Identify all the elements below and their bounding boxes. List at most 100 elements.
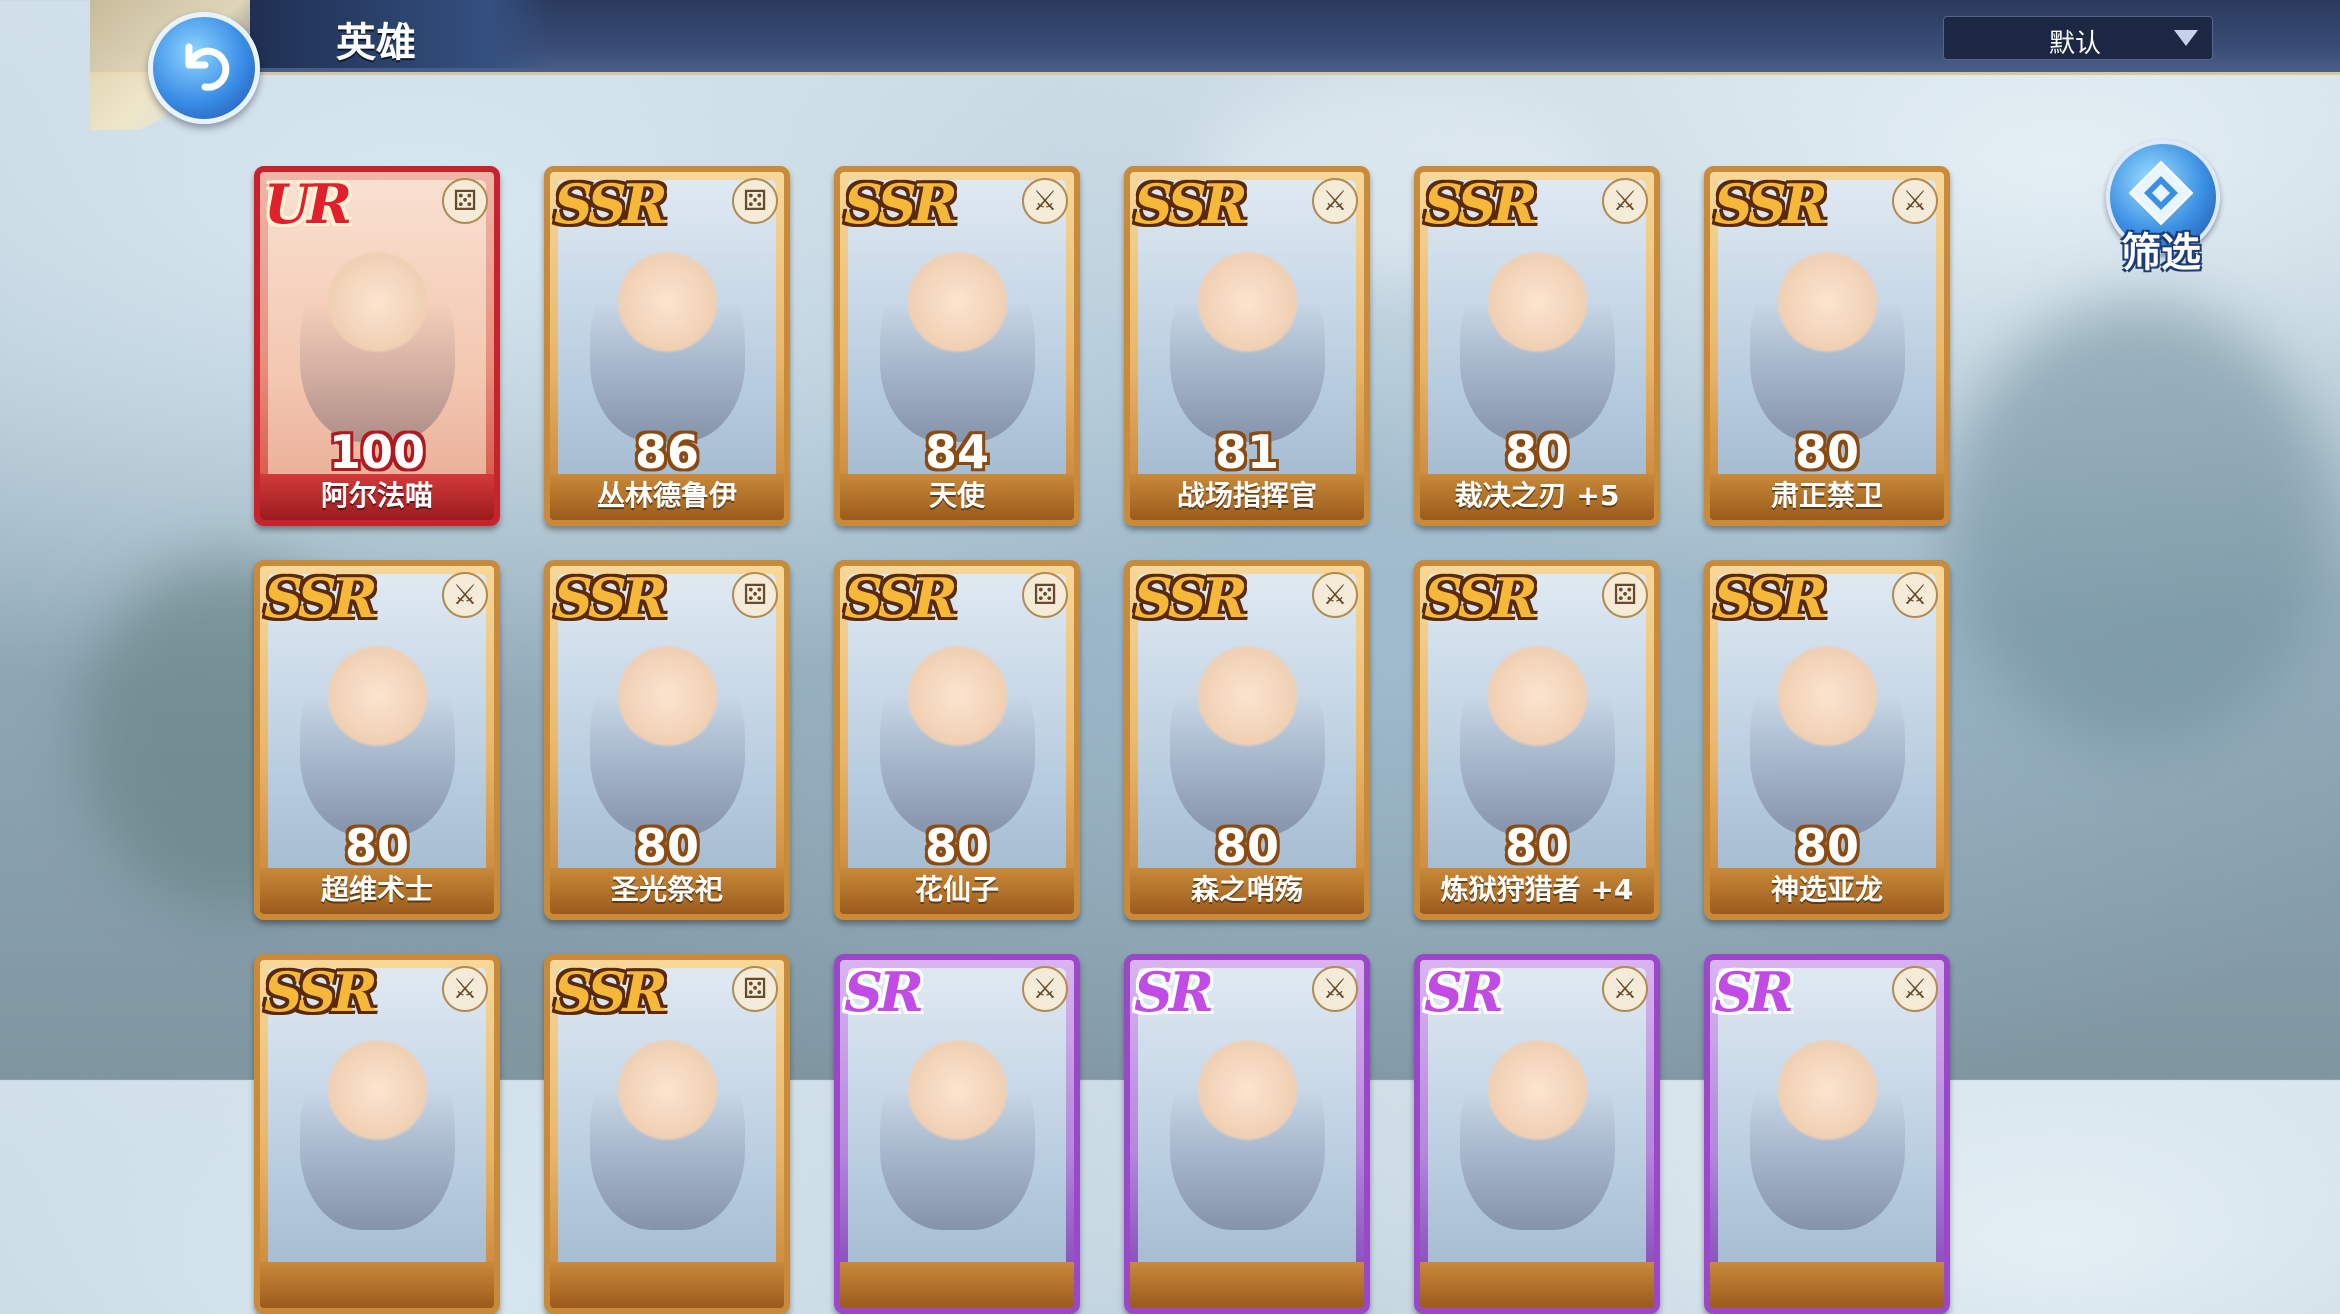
crossed-swords-icon: ⚔ xyxy=(442,966,488,1012)
crossed-swords-icon: ⚔ xyxy=(1022,178,1068,224)
hero-portrait xyxy=(300,1030,455,1230)
hero-card[interactable]: SR ⚔ xyxy=(1124,954,1370,1314)
rarity-badge: SSR xyxy=(554,566,668,630)
rarity-badge: SSR xyxy=(554,172,668,236)
rarity-badge: SSR xyxy=(1134,172,1248,236)
hero-name: 炼狱狩猎者 +4 xyxy=(1440,873,1634,906)
back-button[interactable] xyxy=(148,12,260,124)
hero-card[interactable]: SSR ⚄ 80 圣光祭祀 xyxy=(544,560,790,920)
sort-dropdown[interactable]: 默认 xyxy=(1943,16,2213,60)
staff-icon: ⚄ xyxy=(732,178,778,224)
filter-label: 筛选 xyxy=(2121,230,2201,276)
hero-card[interactable]: SSR ⚔ 80 超维术士 xyxy=(254,560,500,920)
hero-card[interactable]: SSR ⚔ 80 裁决之刃 +5 xyxy=(1414,166,1660,526)
crossed-swords-icon: ⚔ xyxy=(1602,966,1648,1012)
hero-card[interactable]: SSR ⚄ 86 丛林德鲁伊 xyxy=(544,166,790,526)
hero-portrait xyxy=(1460,636,1615,836)
staff-icon: ⚄ xyxy=(1602,572,1648,618)
rarity-badge: SSR xyxy=(844,566,958,630)
crossed-swords-icon: ⚔ xyxy=(1892,178,1938,224)
hero-level: 80 xyxy=(1504,425,1569,479)
hero-name: 超维术士 xyxy=(320,873,433,906)
staff-icon: ⚄ xyxy=(732,572,778,618)
nameplate xyxy=(840,1262,1074,1308)
hero-name: 裁决之刃 +5 xyxy=(1454,479,1620,512)
hero-portrait xyxy=(1170,636,1325,836)
hero-name: 圣光祭祀 xyxy=(610,873,723,906)
crossed-swords-icon: ⚔ xyxy=(1022,966,1068,1012)
hero-portrait xyxy=(880,636,1035,836)
hero-level: 80 xyxy=(344,819,409,873)
staff-icon: ⚄ xyxy=(1022,572,1068,618)
rarity-badge: SR xyxy=(1714,960,1794,1024)
rarity-badge: SSR xyxy=(264,566,378,630)
hero-name: 丛林德鲁伊 xyxy=(596,479,737,512)
hero-name: 战场指挥官 xyxy=(1176,479,1317,512)
hero-card[interactable]: SSR ⚔ 80 神选亚龙 xyxy=(1704,560,1950,920)
hero-level: 80 xyxy=(924,819,989,873)
hero-card[interactable]: SSR ⚔ 80 肃正禁卫 xyxy=(1704,166,1950,526)
hero-portrait xyxy=(590,636,745,836)
crossed-swords-icon: ⚔ xyxy=(1892,966,1938,1012)
hero-level: 80 xyxy=(1214,819,1279,873)
hero-level: 80 xyxy=(1504,819,1569,873)
rarity-badge: SSR xyxy=(1424,566,1538,630)
hero-card[interactable]: SSR ⚔ 80 森之哨殇 xyxy=(1124,560,1370,920)
crossed-swords-icon: ⚔ xyxy=(1312,572,1358,618)
hero-portrait xyxy=(300,636,455,836)
hero-portrait xyxy=(880,242,1035,442)
crossed-swords-icon: ⚔ xyxy=(1602,178,1648,224)
hero-name: 花仙子 xyxy=(914,873,999,906)
hero-level: 100 xyxy=(328,425,426,479)
rarity-badge: SSR xyxy=(1714,172,1828,236)
hero-card[interactable]: SSR ⚄ xyxy=(544,954,790,1314)
hero-card[interactable]: SSR ⚔ xyxy=(254,954,500,1314)
crossed-swords-icon: ⚔ xyxy=(1312,966,1358,1012)
hero-card[interactable]: SR ⚔ xyxy=(1414,954,1660,1314)
rarity-badge: SSR xyxy=(554,960,668,1024)
crossed-swords-icon: ⚔ xyxy=(1892,572,1938,618)
nameplate xyxy=(1420,1262,1654,1308)
chevron-down-icon xyxy=(2174,30,2198,46)
hero-portrait xyxy=(590,242,745,442)
back-arrow-icon xyxy=(185,43,230,91)
rarity-badge: SR xyxy=(1134,960,1214,1024)
nameplate xyxy=(1710,1262,1944,1308)
rarity-badge: SR xyxy=(1424,960,1504,1024)
rarity-badge: UR xyxy=(264,172,352,236)
sort-value: 默认 xyxy=(2049,29,2102,59)
hero-name: 神选亚龙 xyxy=(1770,873,1883,906)
hero-level: 80 xyxy=(1794,819,1859,873)
hero-card[interactable]: UR ⚄ 100 阿尔法喵 xyxy=(254,166,500,526)
hero-portrait xyxy=(1750,1030,1905,1230)
hero-card[interactable]: SR ⚔ xyxy=(834,954,1080,1314)
hero-portrait xyxy=(1750,636,1905,836)
hero-card[interactable]: SR ⚔ xyxy=(1704,954,1950,1314)
hero-level: 80 xyxy=(634,819,699,873)
hero-portrait xyxy=(590,1030,745,1230)
crossed-swords-icon: ⚔ xyxy=(442,572,488,618)
filter-button[interactable]: 筛选 xyxy=(2105,140,2220,276)
rarity-badge: SSR xyxy=(844,172,958,236)
staff-icon: ⚄ xyxy=(732,966,778,1012)
staff-icon: ⚄ xyxy=(442,178,488,224)
page-title: 英雄 xyxy=(336,20,416,66)
hero-portrait xyxy=(1170,242,1325,442)
nameplate xyxy=(1130,1262,1364,1308)
crossed-swords-icon: ⚔ xyxy=(1312,178,1358,224)
hero-level: 86 xyxy=(634,425,699,479)
rarity-badge: SSR xyxy=(1714,566,1828,630)
rarity-badge: SSR xyxy=(264,960,378,1024)
hero-card[interactable]: SSR ⚔ 81 战场指挥官 xyxy=(1124,166,1370,526)
hero-card[interactable]: SSR ⚄ 80 花仙子 xyxy=(834,560,1080,920)
nameplate xyxy=(550,1262,784,1308)
hero-portrait xyxy=(300,242,455,442)
hero-card[interactable]: SSR ⚔ 84 天使 xyxy=(834,166,1080,526)
hero-name: 阿尔法喵 xyxy=(320,479,433,512)
rarity-badge: SR xyxy=(844,960,924,1024)
hero-name: 肃正禁卫 xyxy=(1770,479,1883,512)
hero-name: 天使 xyxy=(928,479,985,512)
hero-portrait xyxy=(1170,1030,1325,1230)
rarity-badge: SSR xyxy=(1424,172,1538,236)
hero-card[interactable]: SSR ⚄ 80 炼狱狩猎者 +4 xyxy=(1414,560,1660,920)
